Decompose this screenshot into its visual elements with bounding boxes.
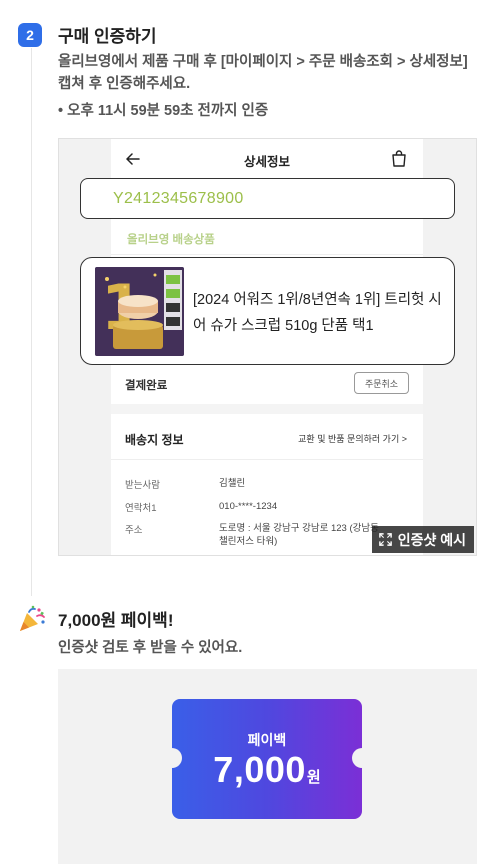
product-highlight: 1 [2024 어워즈 1위/8년연속 1위] 트리헛 시어 슈가 스크럽 51… (80, 257, 455, 365)
shipping-type-label: 올리브영 배송상품 (127, 234, 215, 246)
ticket-label: 페이백 (247, 732, 287, 748)
phone-page-title: 상세정보 (243, 155, 290, 169)
recipient-value: 김챌린 (219, 478, 246, 489)
phone-value: 010-****-1234 (219, 501, 278, 512)
divider (111, 459, 423, 460)
payback-description: 인증샷 검토 후 받을 수 있어요. (58, 640, 243, 656)
step-deadline-note: • 오후 11시 59분 59초 전까지 인증 (58, 103, 269, 119)
product-name: [2024 어워즈 1위/8년연속 1위] 트리헛 시어 슈가 스크럽 510g… (193, 292, 442, 334)
timeline-line (31, 48, 32, 596)
shopping-bag-icon (392, 150, 406, 167)
step-number-badge: 2 (18, 23, 42, 47)
ticket-amount: 7,000원 (172, 749, 362, 791)
address-section-title: 배송지 정보 (125, 433, 184, 447)
payback-panel: 페이백 7,000원 (58, 669, 477, 864)
order-number-highlight: Y2412345678900 (80, 178, 455, 219)
address-label: 주소 (125, 525, 143, 536)
ticket-amount-unit: 원 (306, 769, 321, 786)
party-popper-icon (20, 605, 45, 631)
recipient-label: 받는사람 (125, 480, 160, 491)
example-label-text: 인증샷 예시 (397, 531, 466, 548)
step-title: 구매 인증하기 (58, 27, 157, 46)
payback-ticket: 페이백 7,000원 (162, 699, 372, 819)
exchange-return-link: 교환 및 반품 문의하러 가기 > (298, 434, 407, 444)
payback-title: 7,000원 페이백! (58, 611, 174, 630)
payment-status: 결제완료 (125, 380, 168, 392)
phone-header: 상세정보 (111, 139, 423, 179)
example-label-tag[interactable]: 인증샷 예시 (371, 526, 474, 553)
product-image: 1 (95, 267, 184, 356)
order-number: Y2412345678900 (113, 190, 244, 207)
step-description: 올리브영에서 제품 구매 후 [마이페이지 > 주문 배송조회 > 상세정보] … (58, 54, 468, 92)
ticket-amount-number: 7,000 (213, 749, 306, 790)
expand-icon (378, 533, 392, 546)
example-screenshot[interactable]: 상세정보 올리브영 배송상품 결제완료 주문취소 배송지 정보 교환 및 반품 … (58, 138, 477, 556)
section-separator (111, 404, 423, 414)
phone-label: 연락처1 (125, 503, 157, 514)
divider (111, 254, 423, 255)
cancel-order-button: 주문취소 (354, 372, 409, 394)
